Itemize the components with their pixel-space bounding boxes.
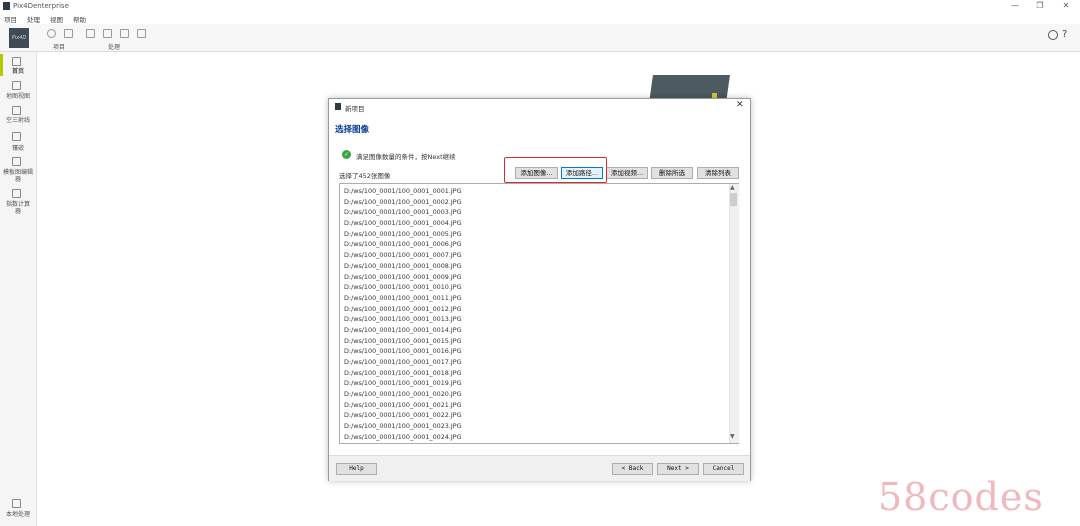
menu-help[interactable]: 帮助	[73, 14, 86, 24]
sidebar-item-mosaic[interactable]: 镶嵌	[0, 145, 36, 152]
menu-view[interactable]: 视图	[50, 14, 63, 24]
dialog-heading: 选择图像	[335, 125, 370, 135]
dialog-close-button[interactable]: ✕	[736, 100, 744, 110]
title-bar	[0, 0, 1080, 12]
window-title: Pix4Denterprise	[13, 2, 69, 10]
close-window-button[interactable]: ✕	[1056, 0, 1076, 12]
file-items: D:/ws/100_0001/100_0001_0001.JPG D:/ws/10…	[344, 186, 462, 443]
file-list-item[interactable]: D:/ws/100_0001/100_0001_0022.JPG	[344, 410, 462, 421]
file-list-item[interactable]: D:/ws/100_0001/100_0001_0023.JPG	[344, 421, 462, 432]
file-list-item[interactable]: D:/ws/100_0001/100_0001_0019.JPG	[344, 378, 462, 389]
sidebar-item-map-view[interactable]: 地图视图	[0, 93, 36, 100]
cancel-button[interactable]: Cancel	[703, 463, 744, 475]
file-list-item[interactable]: D:/ws/100_0001/100_0001_0003.JPG	[344, 207, 462, 218]
file-list-item[interactable]: D:/ws/100_0001/100_0001_0013.JPG	[344, 314, 462, 325]
file-list-item[interactable]: D:/ws/100_0001/100_0001_0001.JPG	[344, 186, 462, 197]
index-calculator-icon	[12, 189, 21, 198]
next-button[interactable]: Next >	[657, 463, 699, 475]
open-project-icon[interactable]	[47, 29, 56, 38]
help-icon[interactable]: ?	[1062, 29, 1067, 40]
scroll-thumb[interactable]	[730, 193, 737, 206]
file-list-scrollbar[interactable]	[729, 184, 739, 443]
maximize-button[interactable]: ❐	[1030, 0, 1050, 12]
file-list-item[interactable]: D:/ws/100_0001/100_0001_0006.JPG	[344, 239, 462, 250]
file-list-item[interactable]: D:/ws/100_0001/100_0001_0002.JPG	[344, 197, 462, 208]
toolbar-group-process: 处理	[108, 44, 121, 51]
image-count-label: 选择了452张图像	[339, 172, 391, 180]
sidebar-item-home[interactable]: 首页	[0, 68, 36, 75]
file-list-item[interactable]: D:/ws/100_0001/100_0001_0008.JPG	[344, 261, 462, 272]
scroll-down-icon[interactable]: ▼	[730, 433, 735, 440]
ray-cloud-icon	[12, 106, 21, 115]
file-list-item[interactable]: D:/ws/100_0001/100_0001_0007.JPG	[344, 250, 462, 261]
file-list-item[interactable]: D:/ws/100_0001/100_0001_0004.JPG	[344, 218, 462, 229]
file-list-item[interactable]: D:/ws/100_0001/100_0001_0011.JPG	[344, 293, 462, 304]
file-list-item[interactable]: D:/ws/100_0001/100_0001_0021.JPG	[344, 400, 462, 411]
layers-icon[interactable]	[120, 29, 129, 38]
check-icon: ✓	[342, 150, 351, 159]
sidebar-item-ray-cloud[interactable]: 空三射线	[0, 117, 36, 124]
file-list-item[interactable]: D:/ws/100_0001/100_0001_0009.JPG	[344, 272, 462, 283]
highlight-annotation	[504, 157, 607, 183]
sidebar-item-template-editor[interactable]: 模板图编辑器	[3, 169, 33, 183]
remove-selected-button[interactable]: 删除所选	[651, 167, 693, 179]
mosaic-icon	[12, 132, 21, 141]
menu-bar	[0, 12, 1080, 23]
dialog-app-icon	[335, 103, 341, 110]
file-list-item[interactable]: D:/ws/100_0001/100_0001_0020.JPG	[344, 389, 462, 400]
menu-process[interactable]: 处理	[27, 14, 40, 24]
user-icon[interactable]	[1048, 30, 1058, 40]
file-list-item[interactable]: D:/ws/100_0001/100_0001_0016.JPG	[344, 346, 462, 357]
file-list-item[interactable]: D:/ws/100_0001/100_0001_0005.JPG	[344, 229, 462, 240]
app-icon	[3, 2, 10, 10]
file-list-item[interactable]: D:/ws/100_0001/100_0001_0010.JPG	[344, 282, 462, 293]
file-list-item[interactable]: D:/ws/100_0001/100_0001_0012.JPG	[344, 304, 462, 315]
menu-project[interactable]: 项目	[4, 14, 17, 24]
status-message: 满足图像数量的条件，按Next继续	[356, 153, 456, 161]
home-icon	[12, 57, 21, 66]
file-list-item[interactable]: D:/ws/100_0001/100_0001_0017.JPG	[344, 357, 462, 368]
back-button[interactable]: < Back	[612, 463, 653, 475]
map-view-icon	[12, 81, 21, 90]
toolbar-group-project: 项目	[53, 44, 66, 51]
file-list-item[interactable]: D:/ws/100_0001/100_0001_0018.JPG	[344, 368, 462, 379]
file-list-item[interactable]: D:/ws/100_0001/100_0001_0014.JPG	[344, 325, 462, 336]
sidebar-item-local-processing[interactable]: 本地处理	[0, 511, 36, 518]
image-file-list[interactable]: D:/ws/100_0001/100_0001_0001.JPG D:/ws/10…	[339, 183, 739, 444]
template-editor-icon	[12, 157, 21, 166]
minimize-button[interactable]: —	[1005, 0, 1025, 12]
pix4d-logo: Pix4D	[9, 28, 29, 48]
toolbar	[0, 24, 1080, 52]
edit-icon[interactable]	[137, 29, 146, 38]
process-icon[interactable]	[103, 29, 112, 38]
file-list-item[interactable]: D:/ws/100_0001/100_0001_0024.JPG	[344, 432, 462, 443]
file-list-item[interactable]: D:/ws/100_0001/100_0001_0015.JPG	[344, 336, 462, 347]
watermark: 58codes	[878, 475, 1044, 519]
document-icon[interactable]	[86, 29, 95, 38]
scroll-up-icon[interactable]: ▲	[730, 184, 735, 191]
help-button[interactable]: Help	[336, 463, 377, 475]
sidebar-item-index-calculator[interactable]: 指数计算器	[6, 201, 30, 215]
move-icon[interactable]	[64, 29, 73, 38]
add-video-button[interactable]: 添加视频...	[606, 167, 648, 179]
dialog-title: 新项目	[345, 105, 365, 113]
clear-list-button[interactable]: 清除列表	[697, 167, 739, 179]
local-processing-icon	[12, 499, 21, 508]
